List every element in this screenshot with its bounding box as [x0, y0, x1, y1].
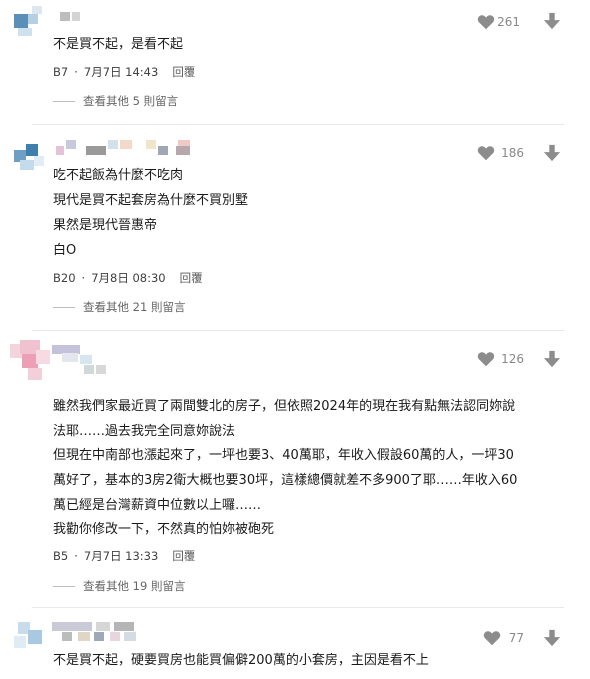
view-more-replies[interactable]: 查看其他 19 則留言 — [53, 578, 185, 594]
like-count: 186 — [501, 146, 524, 160]
downvote-arrow-icon[interactable] — [543, 350, 561, 368]
heart-icon[interactable] — [477, 14, 495, 30]
divider-dash — [53, 101, 75, 102]
comment-divider — [32, 124, 564, 125]
comment-text: 萬好了，基本的3房2衛大概也要30坪，這樣總價就差不多900了耶……年收入60 — [53, 473, 518, 488]
like-count: 126 — [501, 352, 524, 366]
view-more-label[interactable]: 查看其他 5 則留言 — [83, 94, 178, 108]
downvote-arrow-icon[interactable] — [543, 629, 561, 647]
floor-number: B5 — [53, 549, 69, 563]
avatar[interactable] — [10, 340, 50, 382]
comment-text: 但現在中南部也漲起來了，一坪也要3、40萬耶，年收入假設60萬的人，一坪30 — [53, 448, 514, 463]
like-count: 261 — [497, 15, 520, 29]
comment-meta: B7 · 7月7日 14:43 回覆 — [53, 65, 196, 79]
avatar[interactable] — [14, 6, 44, 38]
reply-button[interactable]: 回覆 — [180, 271, 203, 285]
comment-text: 雖然我們家最近買了兩間雙北的房子，但依照2024年的現在我有點無法認同妳說 — [53, 399, 516, 414]
comment-text: 白O — [53, 243, 77, 258]
reply-button[interactable]: 回覆 — [172, 65, 195, 79]
comment-date: 7月7日 13:33 — [83, 549, 159, 563]
like-count: 77 — [508, 631, 524, 645]
divider-dash — [53, 307, 75, 308]
comment-date: 7月8日 08:30 — [91, 271, 166, 285]
comment-divider — [32, 330, 564, 331]
view-more-label[interactable]: 查看其他 19 則留言 — [83, 579, 185, 593]
heart-icon[interactable] — [477, 351, 495, 367]
divider-dash — [53, 586, 75, 587]
view-more-label[interactable]: 查看其他 21 則留言 — [83, 300, 185, 314]
comment-text: 現代是買不起套房為什麼不買別墅 — [53, 193, 249, 208]
avatar[interactable] — [14, 618, 44, 650]
heart-icon[interactable] — [483, 630, 501, 646]
view-more-replies[interactable]: 查看其他 21 則留言 — [53, 299, 185, 315]
floor-number: B20 — [53, 271, 76, 285]
comment-text: 我勸你修改一下，不然真的怕妳被砲死 — [53, 522, 275, 537]
comment-text: 法耶……過去我完全同意妳說法 — [53, 424, 236, 439]
downvote-arrow-icon[interactable] — [543, 144, 561, 162]
comment-date: 7月7日 14:43 — [83, 65, 159, 79]
comment-text: 不是買不起，是看不起 — [53, 37, 184, 52]
comment-meta: B5 · 7月7日 13:33 回覆 — [53, 549, 196, 563]
heart-icon[interactable] — [477, 145, 495, 161]
comment-text: 不是買不起，硬要買房也能買偏僻200萬的小套房，主因是看不上 — [53, 653, 429, 668]
comment-text: 萬已經是台灣薪資中位數以上囉…… — [53, 498, 262, 513]
comment-text: 果然是現代晉惠帝 — [53, 218, 158, 233]
downvote-arrow-icon[interactable] — [543, 12, 561, 30]
view-more-replies[interactable]: 查看其他 5 則留言 — [53, 93, 178, 109]
floor-number: B7 — [53, 65, 69, 79]
reply-button[interactable]: 回覆 — [172, 549, 195, 563]
avatar[interactable] — [14, 140, 44, 172]
comment-divider — [32, 607, 564, 608]
comment-text: 吃不起飯為什麼不吃肉 — [53, 168, 184, 183]
comment-meta: B20 · 7月8日 08:30 回覆 — [53, 271, 203, 285]
